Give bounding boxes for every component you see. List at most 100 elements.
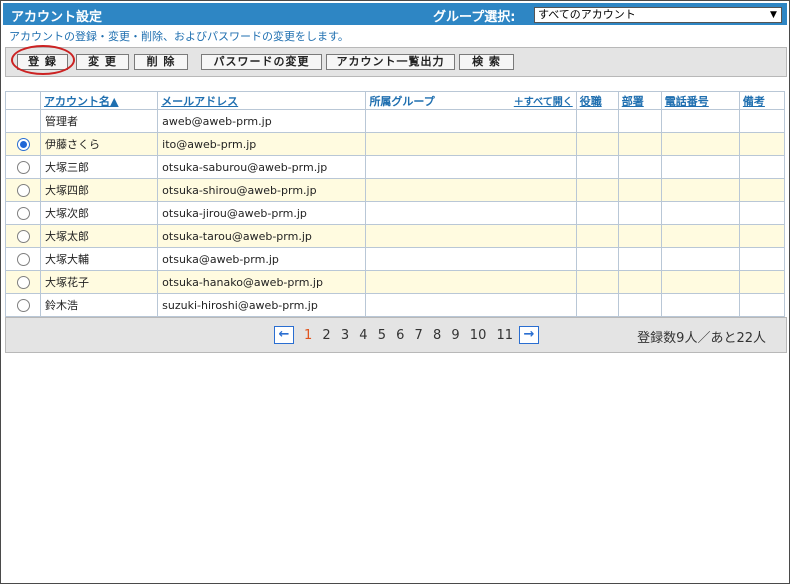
note-cell [738,293,786,317]
row-select-cell [4,201,42,225]
table-row[interactable]: 鈴木浩 suzuki-hiroshi@aweb-prm.jp [4,293,786,317]
table-row[interactable]: 伊藤さくら ito@aweb-prm.jp [4,132,786,156]
row-radio[interactable] [16,298,30,312]
phone-cell [660,270,740,294]
table-row[interactable]: 大塚次郎 otsuka-jirou@aweb-prm.jp [4,201,786,225]
group-cell [365,109,577,133]
note-cell [738,270,786,294]
account-table: アカウント名▲ メールアドレス 所属グループ ＋すべて開く 役職 部署 電話番号… [4,91,786,317]
group-select-value: すべてのアカウント [538,8,636,21]
row-radio-selected[interactable] [16,137,30,151]
page-link[interactable]: 2 [322,328,330,343]
page-link[interactable]: 10 [470,328,487,343]
table-row[interactable]: 大塚花子 otsuka-hanako@aweb-prm.jp [4,270,786,294]
phone-cell [660,224,740,248]
column-header-phone[interactable]: 電話番号 [660,91,740,110]
page-numbers: 1 2 3 4 5 6 7 8 9 10 11 [304,328,519,343]
email-cell: otsuka-shirou@aweb-prm.jp [157,178,367,202]
email-cell: ito@aweb-prm.jp [157,132,367,156]
arrow-left-icon[interactable]: ← [274,326,294,344]
pagination-bar: ← 1 2 3 4 5 6 7 8 9 10 11 → 登録数9人／あと22人 [5,317,787,353]
page-link[interactable]: 11 [496,328,513,343]
delete-button[interactable]: 削 除 [134,54,188,70]
email-cell: suzuki-hiroshi@aweb-prm.jp [157,293,367,317]
search-button[interactable]: 検 索 [459,54,514,70]
row-radio[interactable] [16,229,30,243]
role-cell [575,109,619,133]
role-cell [575,293,619,317]
change-button[interactable]: 変 更 [76,54,129,70]
group-cell [365,178,577,202]
phone-cell [660,109,740,133]
phone-cell [660,155,740,179]
email-cell: otsuka-hanako@aweb-prm.jp [157,270,367,294]
title-bar: アカウント設定 グループ選択: すべてのアカウント ▼ [3,3,787,25]
phone-cell [660,201,740,225]
role-cell [575,224,619,248]
expand-all-link[interactable]: ＋すべて開く [514,93,573,108]
change-password-button[interactable]: パスワードの変更 [201,54,322,70]
phone-cell [660,247,740,271]
page-link[interactable]: 4 [359,328,367,343]
row-radio[interactable] [16,275,30,289]
role-cell [575,247,619,271]
page-link[interactable]: 8 [433,328,441,343]
group-select[interactable]: すべてのアカウント ▼ [534,7,782,23]
account-name-cell: 大塚三郎 [40,155,159,179]
email-cell: aweb@aweb-prm.jp [157,109,367,133]
page-link-current[interactable]: 1 [304,328,312,343]
dept-cell [617,201,662,225]
phone-cell [660,178,740,202]
role-cell [575,132,619,156]
group-cell [365,201,577,225]
row-radio[interactable] [16,206,30,220]
table-row[interactable]: 大塚太郎 otsuka-tarou@aweb-prm.jp [4,224,786,248]
dept-cell [617,109,662,133]
note-cell [738,178,786,202]
page-link[interactable]: 9 [451,328,459,343]
role-cell [575,201,619,225]
page-link[interactable]: 3 [341,328,349,343]
column-header-role[interactable]: 役職 [575,91,619,110]
group-cell [365,224,577,248]
account-name-cell: 管理者 [40,109,159,133]
table-row[interactable]: 大塚三郎 otsuka-saburou@aweb-prm.jp [4,155,786,179]
arrow-right-icon[interactable]: → [519,326,539,344]
email-cell: otsuka-saburou@aweb-prm.jp [157,155,367,179]
export-account-list-button[interactable]: アカウント一覧出力 [326,54,455,70]
table-row[interactable]: 管理者 aweb@aweb-prm.jp [4,109,786,133]
row-select-cell [4,132,42,156]
table-row[interactable]: 大塚四郎 otsuka-shirou@aweb-prm.jp [4,178,786,202]
table-row[interactable]: 大塚大輔 otsuka@aweb-prm.jp [4,247,786,271]
row-radio[interactable] [16,160,30,174]
group-cell [365,293,577,317]
group-cell [365,155,577,179]
chevron-down-icon[interactable]: ▼ [767,9,780,21]
column-header-dept[interactable]: 部署 [617,91,662,110]
note-cell [738,201,786,225]
role-cell [575,155,619,179]
account-name-cell: 大塚花子 [40,270,159,294]
row-select-cell [4,293,42,317]
page-link[interactable]: 5 [378,328,386,343]
account-name-cell: 鈴木浩 [40,293,159,317]
column-header-account[interactable]: アカウント名▲ [40,91,159,110]
toolbar: 登 録 変 更 削 除 パスワードの変更 アカウント一覧出力 検 索 [5,47,787,77]
select-column-header [4,91,42,110]
column-header-email[interactable]: メールアドレス [157,91,367,110]
column-header-note[interactable]: 備考 [738,91,786,110]
row-radio[interactable] [16,252,30,266]
role-cell [575,270,619,294]
row-radio[interactable] [16,183,30,197]
registration-count: 登録数9人／あと22人 [637,331,766,346]
page-link[interactable]: 7 [415,328,423,343]
dept-cell [617,132,662,156]
row-select-cell [4,109,42,133]
note-cell [738,224,786,248]
page-link[interactable]: 6 [396,328,404,343]
account-name-cell: 大塚太郎 [40,224,159,248]
account-name-cell: 大塚四郎 [40,178,159,202]
dept-cell [617,293,662,317]
email-cell: otsuka@aweb-prm.jp [157,247,367,271]
page-description: アカウントの登録・変更・削除、およびパスワードの変更をします。 [9,30,349,43]
